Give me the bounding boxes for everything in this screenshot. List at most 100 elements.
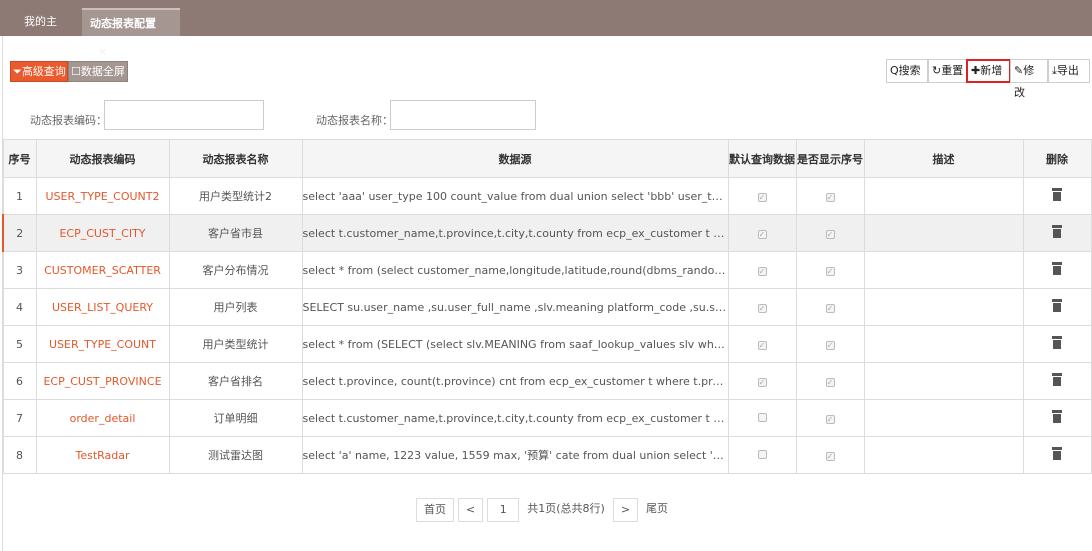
export-button[interactable]: ⤓导出: [1048, 59, 1090, 83]
page-number-input[interactable]: 1: [487, 498, 520, 522]
cell-delete: [1022, 362, 1092, 400]
checkbox-checked[interactable]: ✓: [757, 377, 767, 387]
cell-default-query: ✓: [727, 177, 797, 215]
search-button[interactable]: Q搜索: [886, 59, 928, 83]
cell-name: 客户省排名: [168, 362, 303, 400]
cell-seq: 3: [2, 251, 37, 289]
tab-home[interactable]: 我的主页: [16, 8, 74, 56]
trash-icon[interactable]: [1052, 410, 1062, 423]
page-summary: 共1页(总共8行): [523, 498, 609, 522]
edit-button[interactable]: ✎修改: [1010, 59, 1048, 99]
tab-dynamic-report-config[interactable]: 动态报表配置×: [82, 8, 180, 58]
report-name-label: 动态报表名称：: [316, 114, 393, 127]
pencil-icon: ✎: [1014, 64, 1024, 77]
trash-icon[interactable]: [1052, 447, 1062, 460]
checkbox-checked[interactable]: ✓: [825, 192, 835, 202]
search-label: 搜索: [898, 64, 921, 77]
col-header-name: 动态报表名称: [168, 139, 303, 178]
checkbox-checked[interactable]: ✓: [757, 192, 767, 202]
cell-seq: 6: [2, 362, 37, 400]
checkbox-checked[interactable]: ✓: [825, 377, 835, 387]
checkbox-checked[interactable]: ✓: [757, 266, 767, 276]
table-row[interactable]: 8 TestRadar 测试雷达图 select 'a' name, 1223 val…: [2, 436, 1092, 474]
prev-page-button[interactable]: <: [458, 498, 484, 522]
tab-active-label: 动态报表配置: [90, 17, 156, 30]
tab-bar: 我的主页 动态报表配置×: [0, 0, 1092, 58]
cell-show-seq: ✓: [795, 436, 865, 474]
checkbox-unchecked[interactable]: [757, 412, 767, 422]
cell-show-seq: ✓: [795, 288, 865, 326]
cell-code: TestRadar: [35, 436, 170, 474]
last-page-button[interactable]: 尾页: [642, 498, 673, 522]
square-icon: ☐: [71, 65, 81, 78]
cell-default-query: [727, 399, 797, 437]
cell-name: 客户省市县: [168, 214, 303, 252]
checkbox-unchecked[interactable]: [757, 449, 767, 459]
pagination: 首页 < 1 共1页(总共8行) > 尾页: [416, 498, 676, 522]
advanced-query-button[interactable]: ⏷高级查询: [10, 61, 68, 82]
col-header-source: 数据源: [301, 139, 729, 178]
checkbox-checked[interactable]: ✓: [757, 340, 767, 350]
cell-default-query: ✓: [727, 214, 797, 252]
plus-icon: ✚: [971, 64, 981, 77]
cell-code: ECP_CUST_CITY: [35, 214, 170, 252]
trash-icon[interactable]: [1052, 188, 1062, 201]
table-row[interactable]: 1 USER_TYPE_COUNT2 用户类型统计2 select 'aaa' use…: [2, 177, 1092, 215]
checkbox-checked[interactable]: ✓: [825, 229, 835, 239]
trash-icon[interactable]: [1052, 299, 1062, 312]
checkbox-checked[interactable]: ✓: [825, 451, 835, 461]
col-header-code: 动态报表编码: [35, 139, 170, 178]
report-table: 序号 动态报表编码 动态报表名称 数据源 默认查询数据 是否显示序号 描述 删除…: [2, 139, 1092, 474]
cell-delete: [1022, 325, 1092, 363]
cell-delete: [1022, 288, 1092, 326]
full-screen-label: 数据全屏: [80, 65, 125, 78]
report-name-input[interactable]: [390, 100, 536, 130]
cell-code: USER_TYPE_COUNT: [35, 325, 170, 363]
col-header-delete: 删除: [1022, 139, 1092, 178]
table-row[interactable]: 6 ECP_CUST_PROVINCE 客户省排名 select t.province…: [2, 362, 1092, 400]
cell-delete: [1022, 251, 1092, 289]
checkbox-checked[interactable]: ✓: [825, 340, 835, 350]
cell-seq: 8: [2, 436, 37, 474]
cell-name: 客户分布情况: [168, 251, 303, 289]
checkbox-checked[interactable]: ✓: [757, 303, 767, 313]
advanced-query-label: 高级查询: [21, 65, 66, 78]
checkbox-checked[interactable]: ✓: [825, 266, 835, 276]
cell-description: [863, 362, 1024, 400]
report-code-input[interactable]: [104, 100, 264, 130]
checkbox-checked[interactable]: ✓: [757, 229, 767, 239]
cell-source: select * from (select customer_name,long…: [301, 251, 729, 289]
cell-source: select t.customer_name,t.province,t.city…: [301, 214, 729, 252]
cell-source: select t.customer_name,t.province,t.city…: [301, 399, 729, 437]
next-page-button[interactable]: >: [612, 498, 639, 522]
reset-label: 重置: [941, 64, 964, 77]
trash-icon[interactable]: [1052, 373, 1062, 386]
table-row[interactable]: 7 order_detail 订单明细 select t.customer_name,…: [2, 399, 1092, 437]
checkbox-checked[interactable]: ✓: [825, 303, 835, 313]
chevron-down-circle-icon: ⏷: [13, 65, 22, 78]
cell-seq: 7: [2, 399, 37, 437]
table-row[interactable]: 3 CUSTOMER_SCATTER 客户分布情况 select * from (se…: [2, 251, 1092, 289]
table-row[interactable]: 2 ECP_CUST_CITY 客户省市县 select t.customer_nam…: [2, 214, 1092, 252]
col-header-show-seq: 是否显示序号: [795, 139, 865, 178]
first-page-button[interactable]: 首页: [416, 498, 454, 522]
add-button[interactable]: ✚新增: [966, 59, 1011, 83]
trash-icon[interactable]: [1052, 225, 1062, 238]
cell-code: USER_TYPE_COUNT2: [35, 177, 170, 215]
reset-button[interactable]: ↻重置: [928, 59, 968, 83]
cell-code: ECP_CUST_PROVINCE: [35, 362, 170, 400]
trash-icon[interactable]: [1052, 336, 1062, 349]
full-screen-button[interactable]: ☐数据全屏: [68, 61, 128, 82]
refresh-icon: ↻: [932, 64, 942, 77]
trash-icon[interactable]: [1052, 262, 1062, 275]
table-row[interactable]: 5 USER_TYPE_COUNT 用户类型统计 select * from (SEL…: [2, 325, 1092, 363]
col-header-seq: 序号: [2, 139, 37, 178]
cell-description: [863, 325, 1024, 363]
search-icon: Q: [890, 64, 899, 77]
cell-seq: 4: [2, 288, 37, 326]
cell-code: USER_LIST_QUERY: [35, 288, 170, 326]
checkbox-checked[interactable]: ✓: [825, 414, 835, 424]
cell-name: 测试雷达图: [168, 436, 303, 474]
cell-code: order_detail: [35, 399, 170, 437]
table-row[interactable]: 4 USER_LIST_QUERY 用户列表 SELECT su.user_name …: [2, 288, 1092, 326]
